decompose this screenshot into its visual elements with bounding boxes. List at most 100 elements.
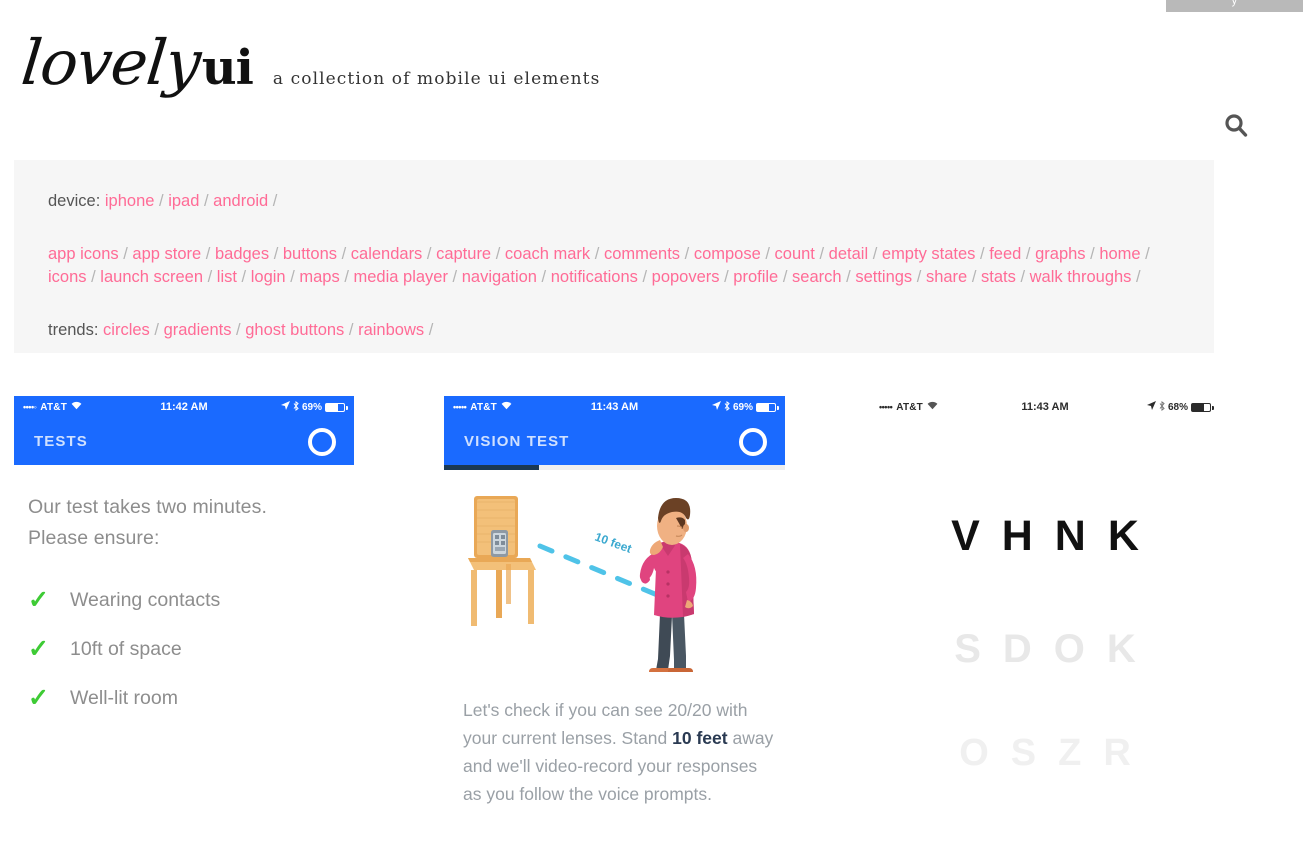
cut-off-top-bar[interactable]: y (1166, 0, 1303, 12)
signal-dots-icon: ••••• (453, 402, 467, 412)
category-link-calendars[interactable]: calendars (351, 245, 423, 263)
requirements-checklist: ✓ Wearing contacts ✓ 10ft of space ✓ Wel… (28, 588, 354, 711)
list-item: ✓ Wearing contacts (28, 588, 354, 613)
link-separator: / (203, 268, 213, 286)
link-separator: / (337, 245, 347, 263)
category-link-profile[interactable]: profile (733, 268, 778, 286)
intro-line-1: Our test takes two minutes. (28, 496, 267, 518)
category-link-compose[interactable]: compose (694, 245, 761, 263)
check-icon: ✓ (28, 684, 49, 712)
search-icon[interactable] (1222, 112, 1250, 140)
app-nav-bar: TESTS (14, 418, 354, 465)
nav-title: VISION TEST (464, 433, 570, 450)
check-icon: ✓ (28, 635, 49, 663)
link-separator: / (778, 268, 788, 286)
category-link-buttons[interactable]: buttons (283, 245, 337, 263)
screenshot-vision-test: ••••• AT&T 11:43 AM 69% VISION TEST 10 f… (444, 396, 785, 808)
category-link-popovers[interactable]: popovers (652, 268, 720, 286)
category-link-maps[interactable]: maps (299, 268, 339, 286)
category-link-badges[interactable]: badges (215, 245, 269, 263)
eye-chart-row-1: VHNK (951, 512, 1161, 560)
trends-nav-row: trends: circles / gradients / ghost butt… (48, 319, 1180, 342)
category-link-launch-screen[interactable]: launch screen (100, 268, 203, 286)
circle-ring-icon[interactable] (308, 427, 336, 456)
link-separator: / (118, 245, 128, 263)
intro-line-2: Please ensure: (28, 527, 160, 549)
device-label: device: (48, 192, 101, 210)
link-separator: / (199, 192, 209, 210)
category-link-settings[interactable]: settings (855, 268, 912, 286)
bluetooth-icon (1159, 400, 1165, 414)
device-link-ipad[interactable]: ipad (168, 192, 199, 210)
signal-dots-icon: ••••◦ (23, 402, 37, 412)
link-separator: / (1131, 268, 1141, 286)
site-logo[interactable]: lovely ui a collection of mobile ui elem… (18, 26, 600, 99)
category-link-count[interactable]: count (775, 245, 815, 263)
link-separator: / (637, 268, 648, 286)
circle-ring-icon[interactable] (739, 427, 767, 456)
category-link-search[interactable]: search (792, 268, 842, 286)
category-link-media-player[interactable]: media player (354, 268, 448, 286)
link-separator: / (912, 268, 922, 286)
device-link-iphone[interactable]: iphone (105, 192, 155, 210)
link-separator: / (1140, 245, 1150, 263)
category-link-share[interactable]: share (926, 268, 967, 286)
category-link-empty-states[interactable]: empty states (882, 245, 976, 263)
link-separator: / (967, 268, 977, 286)
list-item-label: Wearing contacts (70, 589, 221, 611)
trend-link-ghost-buttons[interactable]: ghost buttons (245, 321, 344, 339)
category-nav-row: app icons / app store / badges / buttons… (48, 243, 1168, 289)
eye-chart-row-3: OSZR (959, 732, 1153, 774)
location-arrow-icon (1146, 401, 1156, 413)
battery-icon (1191, 402, 1214, 412)
status-bar: ••••• AT&T 11:43 AM 68% (870, 396, 1220, 418)
category-link-walk-throughs[interactable]: walk throughs (1030, 268, 1132, 286)
link-separator: / (1085, 245, 1095, 263)
logo-bold-text: ui (201, 40, 254, 96)
link-separator: / (268, 192, 278, 210)
link-separator: / (424, 321, 434, 339)
category-link-detail[interactable]: detail (829, 245, 868, 263)
link-separator: / (339, 268, 349, 286)
link-separator: / (1021, 245, 1031, 263)
location-arrow-icon (280, 401, 290, 413)
category-link-notifications[interactable]: notifications (551, 268, 638, 286)
link-separator: / (590, 245, 600, 263)
category-link-icons[interactable]: icons (48, 268, 87, 286)
link-separator: / (231, 321, 241, 339)
link-separator: / (760, 245, 770, 263)
trend-link-gradients[interactable]: gradients (164, 321, 232, 339)
category-link-navigation[interactable]: navigation (462, 268, 537, 286)
category-link-login[interactable]: login (251, 268, 286, 286)
category-link-comments[interactable]: comments (604, 245, 680, 263)
link-separator: / (814, 245, 825, 263)
category-link-coach-mark[interactable]: coach mark (505, 245, 590, 263)
bluetooth-icon (724, 400, 730, 414)
category-link-graphs[interactable]: graphs (1035, 245, 1085, 263)
link-separator: / (719, 268, 729, 286)
intro-text: Our test takes two minutes. Please ensur… (28, 492, 354, 554)
trend-link-rainbows[interactable]: rainbows (358, 321, 424, 339)
category-link-list[interactable]: list (217, 268, 237, 286)
device-nav-row: device: iphone / ipad / android / (48, 190, 1180, 213)
vision-test-caption: Let's check if you can see 20/20 with yo… (444, 696, 785, 808)
link-separator: / (86, 268, 96, 286)
carrier-label: AT&T (470, 401, 497, 413)
nav-title: TESTS (34, 433, 88, 450)
category-link-app-icons[interactable]: app icons (48, 245, 119, 263)
screenshot-eye-chart: ••••• AT&T 11:43 AM 68% VHNK SDOK OSZR (870, 396, 1220, 841)
category-link-feed[interactable]: feed (989, 245, 1021, 263)
progress-bar (444, 465, 785, 470)
category-link-home[interactable]: home (1099, 245, 1140, 263)
battery-percent-label: 69% (732, 401, 753, 413)
battery-percent-label: 69% (301, 401, 322, 413)
link-separator: / (236, 268, 247, 286)
device-link-android[interactable]: android (213, 192, 268, 210)
category-link-stats[interactable]: stats (981, 268, 1016, 286)
category-link-capture[interactable]: capture (436, 245, 491, 263)
category-link-app-store[interactable]: app store (132, 245, 201, 263)
category-nav-panel: device: iphone / ipad / android / app ic… (14, 160, 1214, 353)
list-item: ✓ Well-lit room (28, 686, 354, 711)
link-separator: / (868, 245, 878, 263)
trend-link-circles[interactable]: circles (103, 321, 150, 339)
